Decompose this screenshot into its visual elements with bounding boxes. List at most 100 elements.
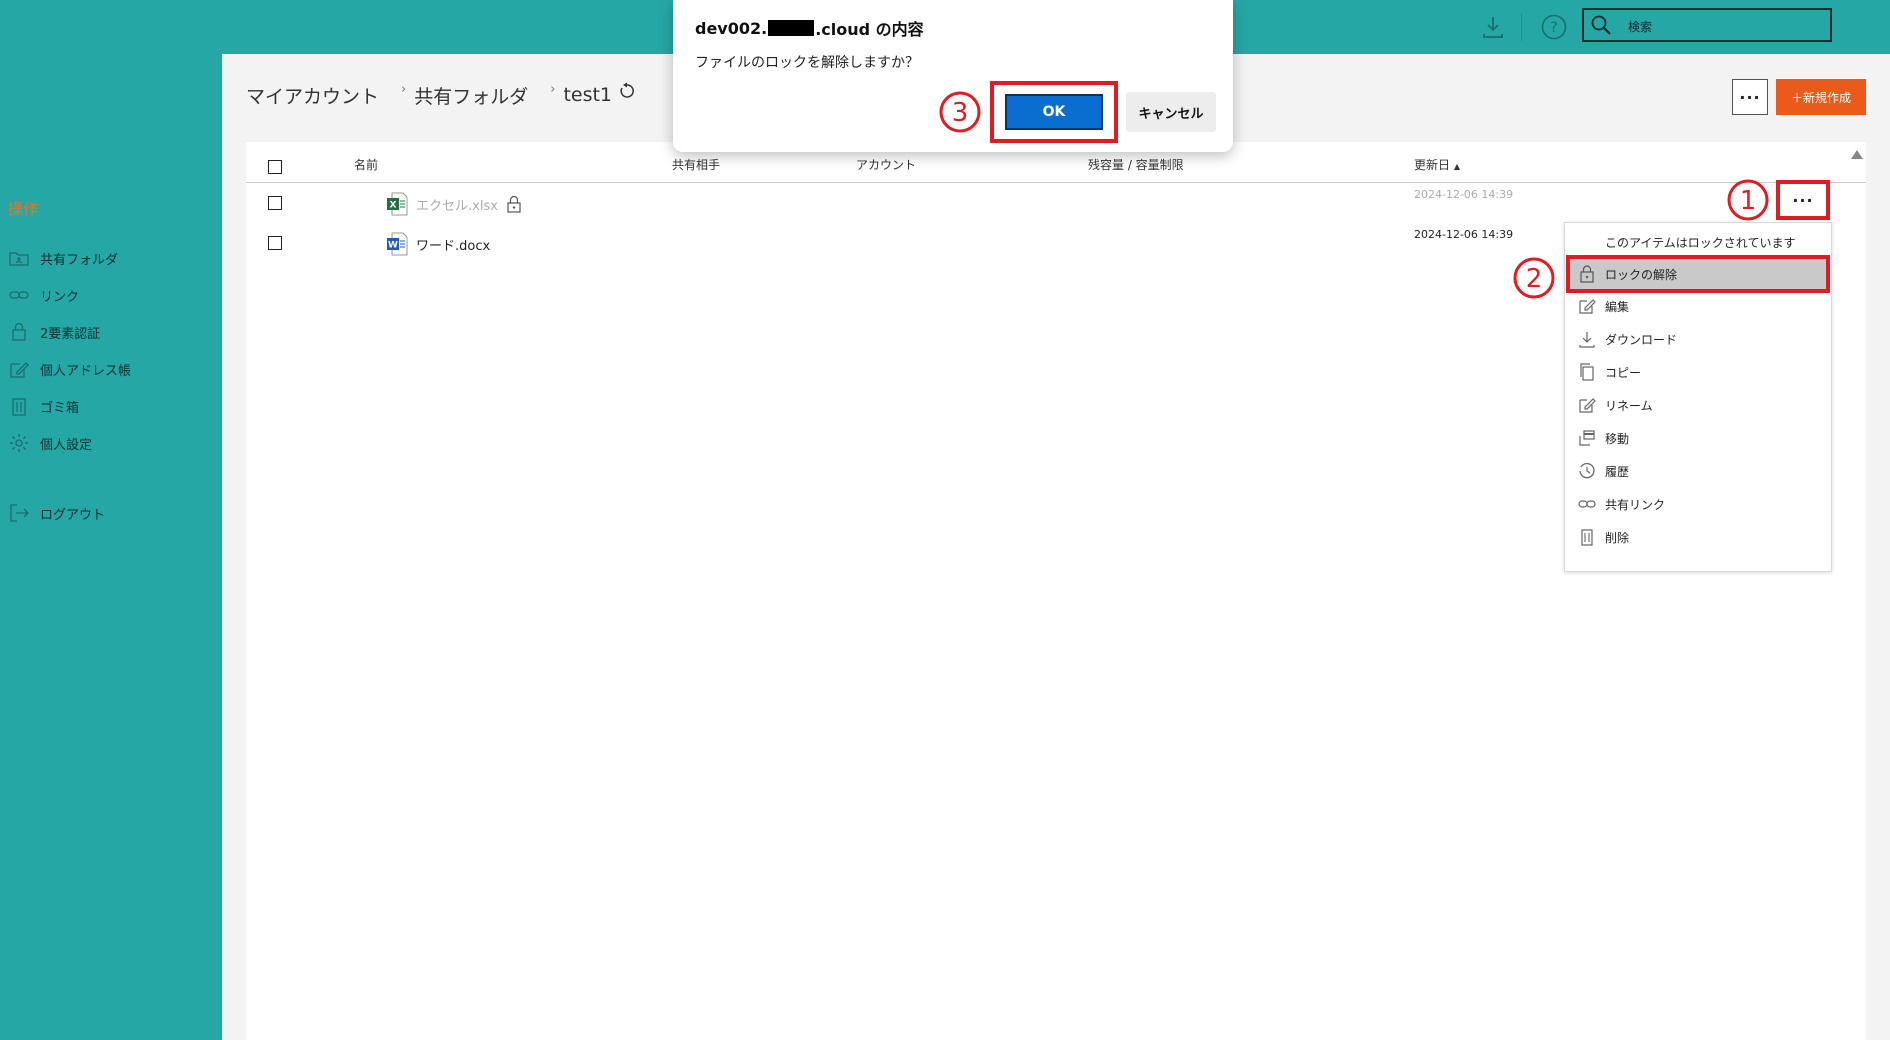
file-name-cell[interactable]: X エクセル.xlsx bbox=[386, 192, 522, 216]
table-row[interactable]: X エクセル.xlsx 2024-12-06 14:39 bbox=[246, 182, 1866, 222]
breadcrumb-current-folder: test1 bbox=[563, 84, 613, 106]
sidebar-item-2fa[interactable]: 2要素認証 bbox=[8, 320, 100, 344]
sidebar-title: 操作 bbox=[8, 200, 39, 218]
sidebar-item-label: 2要素認証 bbox=[40, 326, 101, 342]
download-icon[interactable] bbox=[1480, 14, 1506, 40]
gear-icon bbox=[8, 432, 30, 454]
edit-icon bbox=[1577, 296, 1597, 316]
updated-date: 2024-12-06 14:39 bbox=[1414, 228, 1514, 241]
history-icon bbox=[1577, 461, 1597, 481]
shared-folder-icon bbox=[8, 247, 30, 269]
logout-icon bbox=[8, 502, 30, 524]
column-name[interactable]: 名前 bbox=[354, 156, 378, 173]
sidebar-item-settings[interactable]: 個人設定 bbox=[8, 431, 92, 455]
dialog-title: dev002. .cloud の内容 bbox=[695, 16, 924, 40]
unlock-icon bbox=[1577, 264, 1597, 284]
link-icon bbox=[8, 284, 30, 306]
dialog-title-prefix: dev002. bbox=[695, 18, 768, 38]
sidebar-item-address-book[interactable]: 個人アドレス帳 bbox=[8, 357, 131, 381]
menu-item-unlock[interactable]: ロックの解除 bbox=[1566, 255, 1830, 293]
trash-icon bbox=[8, 395, 30, 417]
help-icon[interactable]: ? bbox=[1540, 13, 1568, 41]
sidebar-item-label: 個人設定 bbox=[40, 437, 93, 453]
breadcrumb: マイアカウント › 共有フォルダ › test1 bbox=[246, 80, 636, 110]
menu-item-delete[interactable]: 削除 bbox=[1565, 522, 1831, 552]
new-create-button[interactable]: ＋新規作成 bbox=[1776, 79, 1866, 115]
svg-text:?: ? bbox=[1550, 20, 1557, 36]
menu-item-history[interactable]: 履歴 bbox=[1565, 456, 1831, 486]
row-checkbox[interactable] bbox=[268, 196, 282, 210]
toolbar-divider bbox=[1521, 13, 1522, 41]
cancel-button[interactable]: キャンセル bbox=[1126, 92, 1216, 132]
locked-item-note: このアイテムはロックされています bbox=[1605, 235, 1796, 250]
menu-item-label: 共有リンク bbox=[1605, 497, 1666, 512]
dialog-title-suffix: .cloud の内容 bbox=[815, 20, 924, 39]
lock-icon bbox=[506, 195, 522, 213]
menu-item-download[interactable]: ダウンロード bbox=[1565, 324, 1831, 354]
breadcrumb-my-account[interactable]: マイアカウント bbox=[246, 82, 379, 109]
step-marker-2: 2 bbox=[1512, 256, 1556, 300]
lock-icon bbox=[8, 321, 30, 343]
column-updated[interactable]: 更新日 ▲ bbox=[1414, 156, 1460, 173]
scroll-up-arrow-icon[interactable] bbox=[1851, 150, 1863, 159]
context-menu: このアイテムはロックされています ロックの解除 編集 ダウンロード コピー リネ… bbox=[1564, 222, 1832, 572]
sort-asc-icon: ▲ bbox=[1453, 162, 1460, 171]
refresh-icon[interactable] bbox=[618, 82, 636, 100]
step-marker-3: 3 bbox=[938, 90, 982, 134]
edit-icon bbox=[8, 358, 30, 380]
breadcrumb-shared-folder[interactable]: 共有フォルダ bbox=[414, 82, 528, 109]
file-name[interactable]: エクセル.xlsx bbox=[416, 195, 498, 214]
updated-date: 2024-12-06 14:39 bbox=[1414, 188, 1514, 201]
menu-item-label: コピー bbox=[1605, 365, 1642, 380]
search-input[interactable]: 検索 bbox=[1582, 8, 1832, 42]
sidebar-item-label: ゴミ箱 bbox=[40, 400, 80, 416]
column-shared-with[interactable]: 共有相手 bbox=[672, 156, 720, 173]
column-quota[interactable]: 残容量 / 容量制限 bbox=[1088, 156, 1184, 173]
excel-file-icon: X bbox=[386, 192, 408, 216]
step-marker-3-number: 3 bbox=[952, 98, 969, 128]
select-all-checkbox[interactable] bbox=[268, 160, 282, 174]
menu-item-label: ロックの解除 bbox=[1605, 267, 1678, 282]
sidebar-item-label: 共有フォルダ bbox=[40, 252, 119, 268]
sidebar-item-link[interactable]: リンク bbox=[8, 283, 79, 307]
sidebar-item-label: 個人アドレス帳 bbox=[40, 363, 132, 379]
file-name-cell[interactable]: W ワード.docx bbox=[386, 232, 490, 256]
menu-item-label: 履歴 bbox=[1605, 464, 1630, 479]
step-marker-1-number: 1 bbox=[1740, 186, 1757, 216]
download-icon bbox=[1577, 329, 1597, 349]
menu-item-share-link[interactable]: 共有リンク bbox=[1565, 489, 1831, 519]
ok-button[interactable]: OK bbox=[1005, 94, 1103, 130]
column-updated-label: 更新日 bbox=[1414, 158, 1451, 172]
redacted-block bbox=[768, 20, 815, 36]
breadcrumb-chevron-icon: › bbox=[550, 81, 556, 97]
menu-item-label: ダウンロード bbox=[1605, 332, 1678, 347]
menu-item-label: 編集 bbox=[1605, 299, 1630, 314]
sidebar-item-label: リンク bbox=[40, 289, 80, 305]
row-more-button[interactable]: ··· bbox=[1776, 180, 1830, 220]
breadcrumb-chevron-icon: › bbox=[401, 81, 407, 97]
search-placeholder: 検索 bbox=[1628, 20, 1653, 34]
menu-item-label: リネーム bbox=[1605, 398, 1653, 413]
menu-item-edit[interactable]: 編集 bbox=[1565, 291, 1831, 321]
column-account[interactable]: アカウント bbox=[856, 156, 916, 173]
more-actions-button[interactable]: ··· bbox=[1732, 79, 1768, 115]
trash-icon bbox=[1577, 527, 1597, 547]
link-icon bbox=[1577, 494, 1597, 514]
sidebar-item-logout[interactable]: ログアウト bbox=[8, 501, 105, 525]
search-icon bbox=[1590, 14, 1612, 36]
step-marker-1: 1 bbox=[1726, 178, 1770, 222]
rename-icon bbox=[1577, 395, 1597, 415]
sidebar-item-shared-folder[interactable]: 共有フォルダ bbox=[8, 246, 118, 270]
menu-item-label: 移動 bbox=[1605, 431, 1630, 446]
step-marker-2-number: 2 bbox=[1526, 264, 1543, 294]
row-checkbox[interactable] bbox=[268, 236, 282, 250]
dialog-message: ファイルのロックを解除しますか？ bbox=[695, 55, 919, 71]
menu-item-rename[interactable]: リネーム bbox=[1565, 390, 1831, 420]
menu-item-copy[interactable]: コピー bbox=[1565, 357, 1831, 387]
sidebar-item-trash[interactable]: ゴミ箱 bbox=[8, 394, 79, 418]
word-file-icon: W bbox=[386, 232, 408, 256]
menu-item-move[interactable]: 移動 bbox=[1565, 423, 1831, 453]
sidebar-item-label: ログアウト bbox=[40, 507, 106, 523]
svg-text:X: X bbox=[390, 201, 397, 211]
file-name[interactable]: ワード.docx bbox=[416, 235, 490, 254]
